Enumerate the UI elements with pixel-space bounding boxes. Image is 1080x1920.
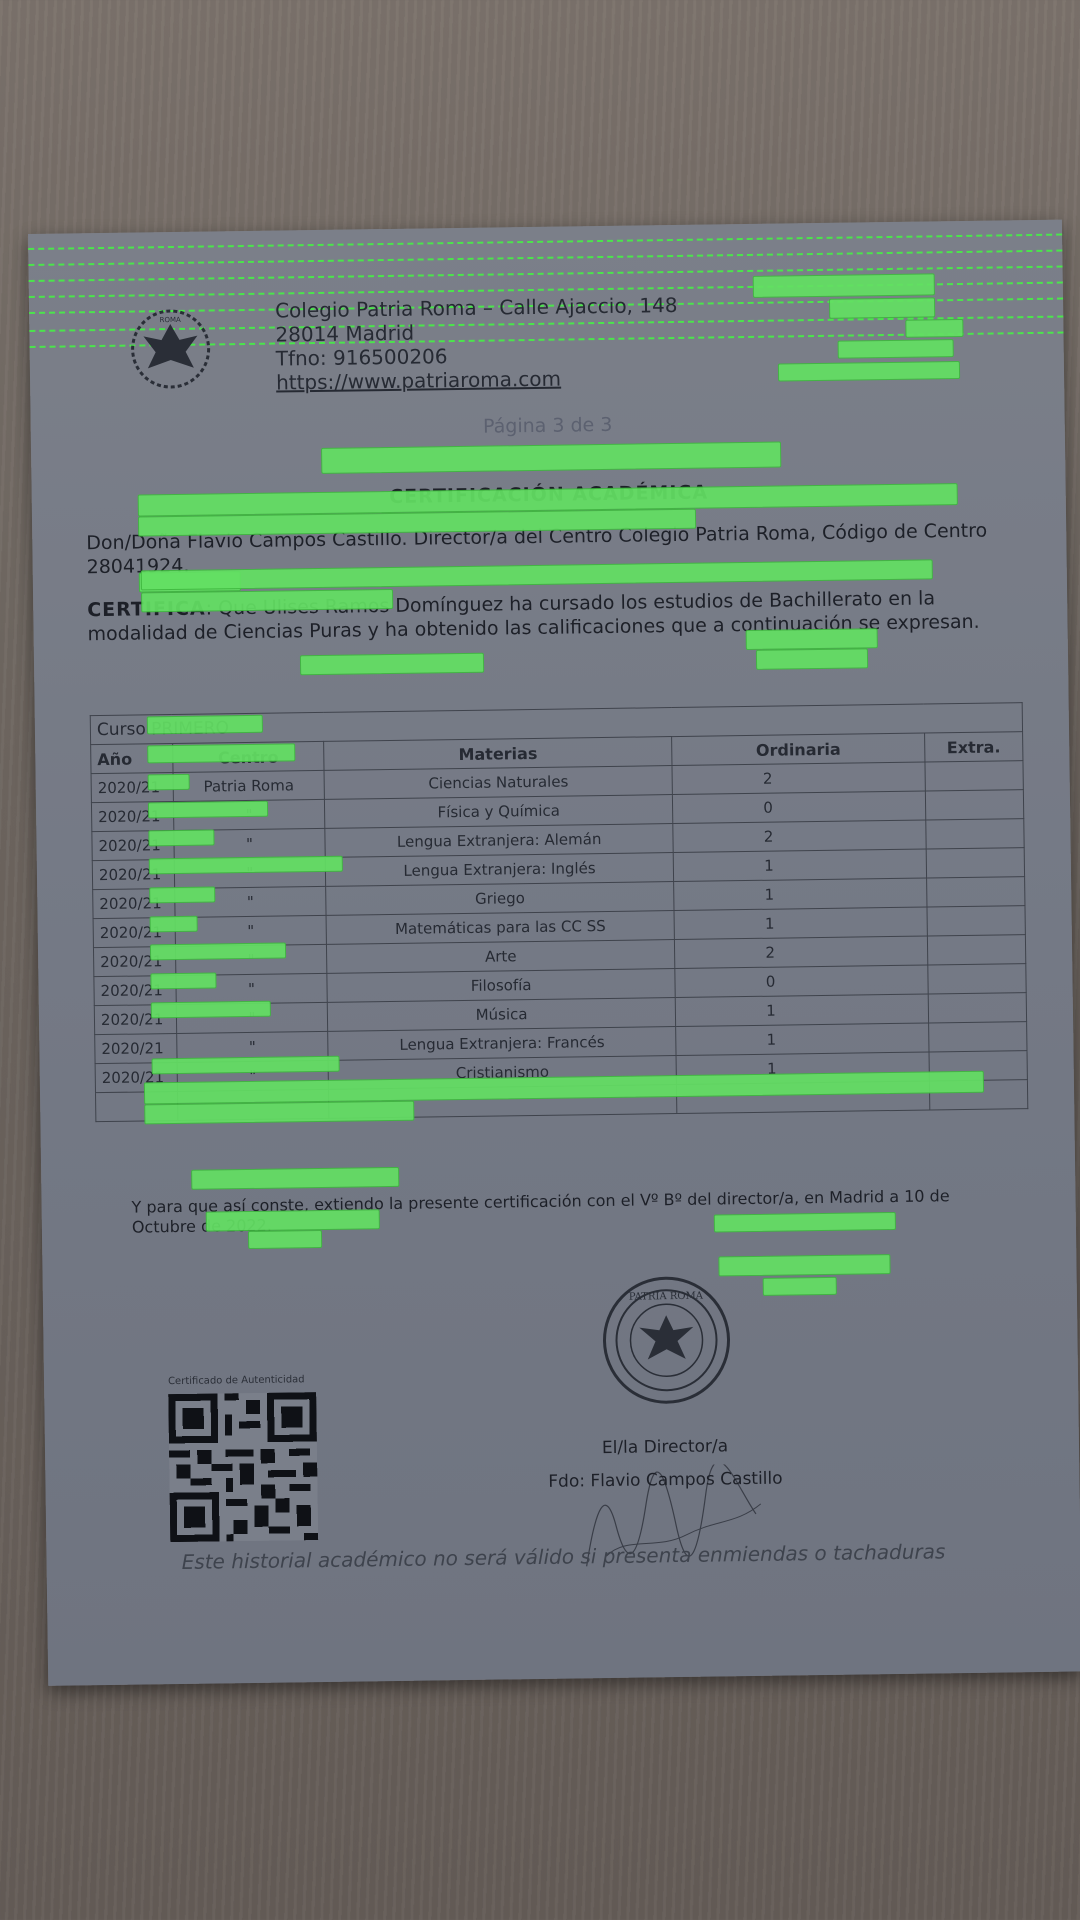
ocr-highlight <box>755 648 869 670</box>
ocr-highlight <box>713 1211 896 1233</box>
cell-ordinaria: 1 <box>674 907 928 940</box>
qr-code[interactable] <box>168 1392 319 1543</box>
ocr-highlight <box>149 915 198 933</box>
signature-line: Fdo: Flavio Campos Castillo <box>548 1468 783 1492</box>
cell-extra <box>925 847 1025 879</box>
footer-note: Este historial académico no será válido … <box>181 1539 946 1574</box>
ocr-highlight <box>247 1229 323 1250</box>
ocr-highlight <box>321 441 782 474</box>
cell-ordinaria: 0 <box>675 965 929 998</box>
ocr-highlight <box>718 1254 891 1277</box>
ocr-highlight <box>777 361 961 382</box>
ocr-highlight <box>205 1209 380 1232</box>
qr-caption: Certificado de Autenticidad <box>167 1374 305 1388</box>
director-label: El/la Director/a <box>601 1436 729 1459</box>
cell-ordinaria: 1 <box>675 994 929 1027</box>
ocr-highlight <box>299 652 485 676</box>
ocr-highlight <box>150 1000 271 1019</box>
ocr-highlight <box>905 318 964 338</box>
ocr-highlight <box>191 1166 400 1190</box>
ocr-highlight <box>144 1100 415 1125</box>
cell-ordinaria: 2 <box>672 762 926 795</box>
header-extra: Extra. <box>924 731 1023 763</box>
header-ordinaria: Ordinaria <box>671 733 925 766</box>
school-crest-logo: ROMA <box>131 309 211 389</box>
ocr-highlight <box>148 855 343 875</box>
ocr-highlight <box>762 1276 837 1296</box>
cell-ordinaria: 2 <box>673 820 926 853</box>
cell-extra <box>925 818 1025 850</box>
logo-text: ROMA <box>160 316 182 324</box>
cell-extra <box>927 934 1026 966</box>
ocr-highlight <box>148 829 215 847</box>
cell-extra <box>925 789 1024 821</box>
cell-extra <box>928 992 1027 1024</box>
cell-extra <box>926 905 1026 937</box>
ocr-highlight <box>149 942 287 961</box>
cell-extra <box>926 876 1025 908</box>
school-header: Colegio Patria Roma – Calle Ajaccio, 148… <box>275 293 679 395</box>
cell-extra <box>928 1021 1027 1053</box>
official-seal: PATRIA ROMA <box>603 1276 731 1404</box>
ocr-highlight <box>146 714 263 735</box>
ocr-highlight <box>147 800 269 819</box>
ocr-highlight <box>149 886 216 904</box>
cell-ordinaria: 1 <box>675 1023 929 1056</box>
cell-centro: Patria Roma <box>173 770 325 802</box>
ocr-highlight <box>147 773 190 791</box>
cell-ordinaria: 1 <box>673 849 927 882</box>
ocr-highlight <box>141 588 394 613</box>
certificate-document: ROMA Colegio Patria Roma – Calle Ajaccio… <box>28 219 1080 1686</box>
ocr-highlight <box>147 743 296 764</box>
page-number: Página 3 de 3 <box>482 413 613 438</box>
cell-extra <box>927 963 1027 995</box>
ocr-highlight <box>828 297 936 319</box>
ocr-highlight <box>837 339 954 359</box>
ocr-highlight <box>752 273 935 298</box>
cell-centro: " <box>175 915 327 947</box>
ocr-highlight <box>745 628 878 651</box>
cell-ordinaria: 2 <box>674 936 928 969</box>
cell-ordinaria: 0 <box>672 791 926 824</box>
ocr-highlight <box>150 972 217 990</box>
seal-text: PATRIA ROMA <box>629 1291 704 1303</box>
school-website-link[interactable]: https://www.patriaroma.com <box>276 365 679 395</box>
cell-ordinaria: 1 <box>673 878 927 911</box>
cell-extra <box>924 760 1024 792</box>
ocr-highlight <box>151 1055 340 1075</box>
